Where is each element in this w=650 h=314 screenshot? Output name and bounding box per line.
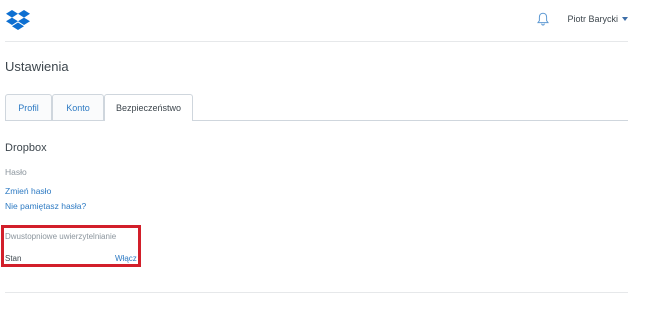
tab-profil[interactable]: Profil bbox=[5, 94, 52, 120]
password-label: Hasło bbox=[5, 167, 27, 177]
bell-icon[interactable] bbox=[537, 12, 550, 26]
user-name: Piotr Barycki bbox=[567, 14, 618, 24]
dropbox-logo-icon[interactable] bbox=[6, 7, 30, 31]
tab-konto[interactable]: Konto bbox=[52, 94, 104, 120]
section-title: Dropbox bbox=[5, 142, 47, 154]
chevron-down-icon bbox=[622, 17, 628, 21]
two-factor-status-label: Stan bbox=[5, 254, 22, 263]
footer-divider bbox=[5, 292, 628, 293]
change-password-link[interactable]: Zmień hasło bbox=[5, 186, 51, 196]
page-title: Ustawienia bbox=[5, 59, 69, 74]
settings-tabs: Profil Konto Bezpieczeństwo bbox=[5, 94, 193, 121]
header-actions: Piotr Barycki bbox=[537, 12, 628, 26]
two-factor-enable-link[interactable]: Włącz bbox=[115, 254, 137, 263]
user-menu[interactable]: Piotr Barycki bbox=[567, 14, 628, 24]
tabs-divider bbox=[5, 120, 628, 121]
two-factor-title: Dwustopniowe uwierzytelnianie bbox=[5, 232, 117, 241]
tab-bezpieczenstwo[interactable]: Bezpieczeństwo bbox=[104, 94, 193, 121]
forgot-password-link[interactable]: Nie pamiętasz hasła? bbox=[5, 201, 86, 211]
header-divider bbox=[5, 41, 628, 42]
